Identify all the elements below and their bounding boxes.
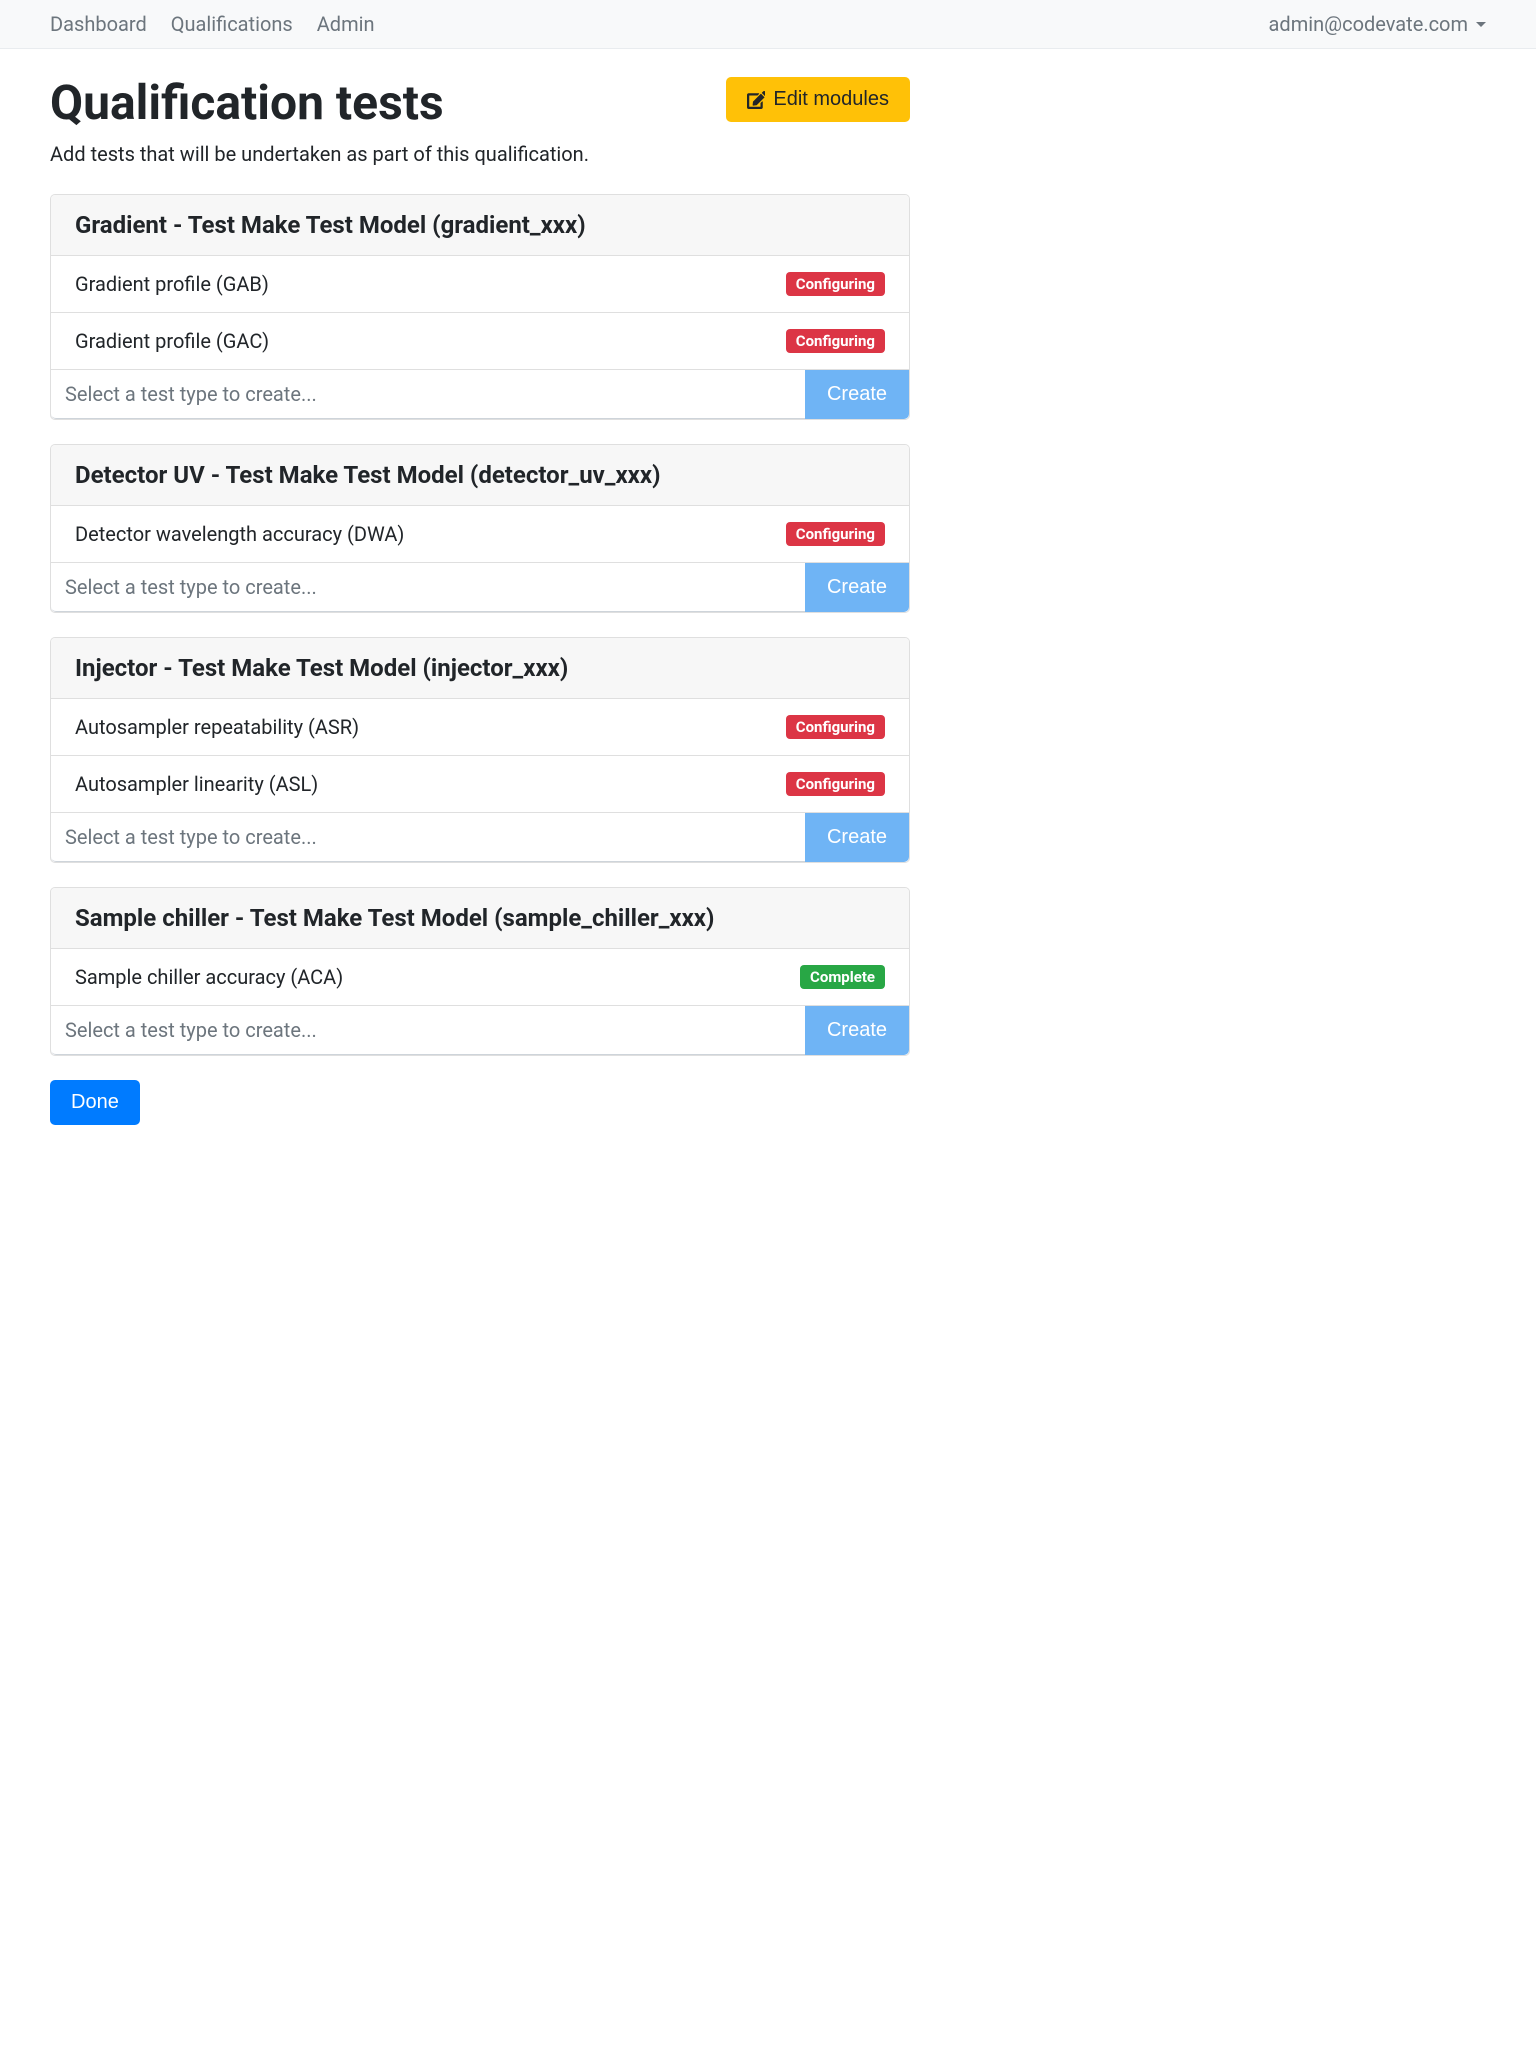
nav-link-dashboard[interactable]: Dashboard: [50, 12, 147, 36]
module-card: Detector UV - Test Make Test Model (dete…: [50, 444, 910, 613]
test-name: Gradient profile (GAC): [75, 329, 269, 353]
status-badge: Configuring: [786, 772, 885, 796]
status-badge: Complete: [800, 965, 885, 989]
user-dropdown[interactable]: admin@codevate.com: [1269, 12, 1486, 36]
module-card: Injector - Test Make Test Model (injecto…: [50, 637, 910, 863]
user-email: admin@codevate.com: [1269, 12, 1468, 36]
create-button[interactable]: Create: [805, 563, 909, 612]
create-test-input-group: Select a test type to create...Create: [51, 370, 909, 419]
test-name: Gradient profile (GAB): [75, 272, 269, 296]
test-name: Detector wavelength accuracy (DWA): [75, 522, 404, 546]
navbar: Dashboard Qualifications Admin admin@cod…: [0, 0, 1536, 49]
test-type-select[interactable]: Select a test type to create...: [51, 813, 805, 862]
create-button[interactable]: Create: [805, 370, 909, 419]
test-type-select[interactable]: Select a test type to create...: [51, 370, 805, 419]
module-title: Sample chiller - Test Make Test Model (s…: [51, 888, 909, 949]
test-name: Sample chiller accuracy (ACA): [75, 965, 343, 989]
test-type-select[interactable]: Select a test type to create...: [51, 1006, 805, 1055]
test-row[interactable]: Sample chiller accuracy (ACA) Complete: [51, 949, 909, 1006]
status-badge: Configuring: [786, 272, 885, 296]
module-card: Sample chiller - Test Make Test Model (s…: [50, 887, 910, 1056]
module-title: Detector UV - Test Make Test Model (dete…: [51, 445, 909, 506]
status-badge: Configuring: [786, 522, 885, 546]
caret-down-icon: [1476, 22, 1486, 27]
status-badge: Configuring: [786, 715, 885, 739]
module-card: Gradient - Test Make Test Model (gradien…: [50, 194, 910, 420]
edit-icon: [747, 91, 765, 109]
module-title: Injector - Test Make Test Model (injecto…: [51, 638, 909, 699]
test-name: Autosampler linearity (ASL): [75, 772, 318, 796]
edit-modules-button[interactable]: Edit modules: [726, 77, 910, 122]
create-button[interactable]: Create: [805, 813, 909, 862]
test-row[interactable]: Autosampler linearity (ASL) Configuring: [51, 756, 909, 813]
status-badge: Configuring: [786, 329, 885, 353]
test-row[interactable]: Detector wavelength accuracy (DWA) Config…: [51, 506, 909, 563]
done-button[interactable]: Done: [50, 1080, 140, 1125]
page-title: Qualification tests: [50, 77, 444, 130]
edit-modules-label: Edit modules: [773, 88, 889, 111]
test-row[interactable]: Gradient profile (GAC) Configuring: [51, 313, 909, 370]
test-name: Autosampler repeatability (ASR): [75, 715, 359, 739]
test-row[interactable]: Gradient profile (GAB) Configuring: [51, 256, 909, 313]
page-subtitle: Add tests that will be undertaken as par…: [50, 142, 910, 166]
create-button[interactable]: Create: [805, 1006, 909, 1055]
test-row[interactable]: Autosampler repeatability (ASR) Configuri…: [51, 699, 909, 756]
nav-link-admin[interactable]: Admin: [317, 12, 375, 36]
create-test-input-group: Select a test type to create...Create: [51, 813, 909, 862]
nav-link-qualifications[interactable]: Qualifications: [171, 12, 293, 36]
create-test-input-group: Select a test type to create...Create: [51, 563, 909, 612]
module-title: Gradient - Test Make Test Model (gradien…: [51, 195, 909, 256]
create-test-input-group: Select a test type to create...Create: [51, 1006, 909, 1055]
nav-links: Dashboard Qualifications Admin: [50, 12, 375, 36]
page-header: Qualification tests Edit modules: [50, 77, 910, 130]
test-type-select[interactable]: Select a test type to create...: [51, 563, 805, 612]
main-container: Qualification tests Edit modules Add tes…: [0, 49, 960, 1153]
